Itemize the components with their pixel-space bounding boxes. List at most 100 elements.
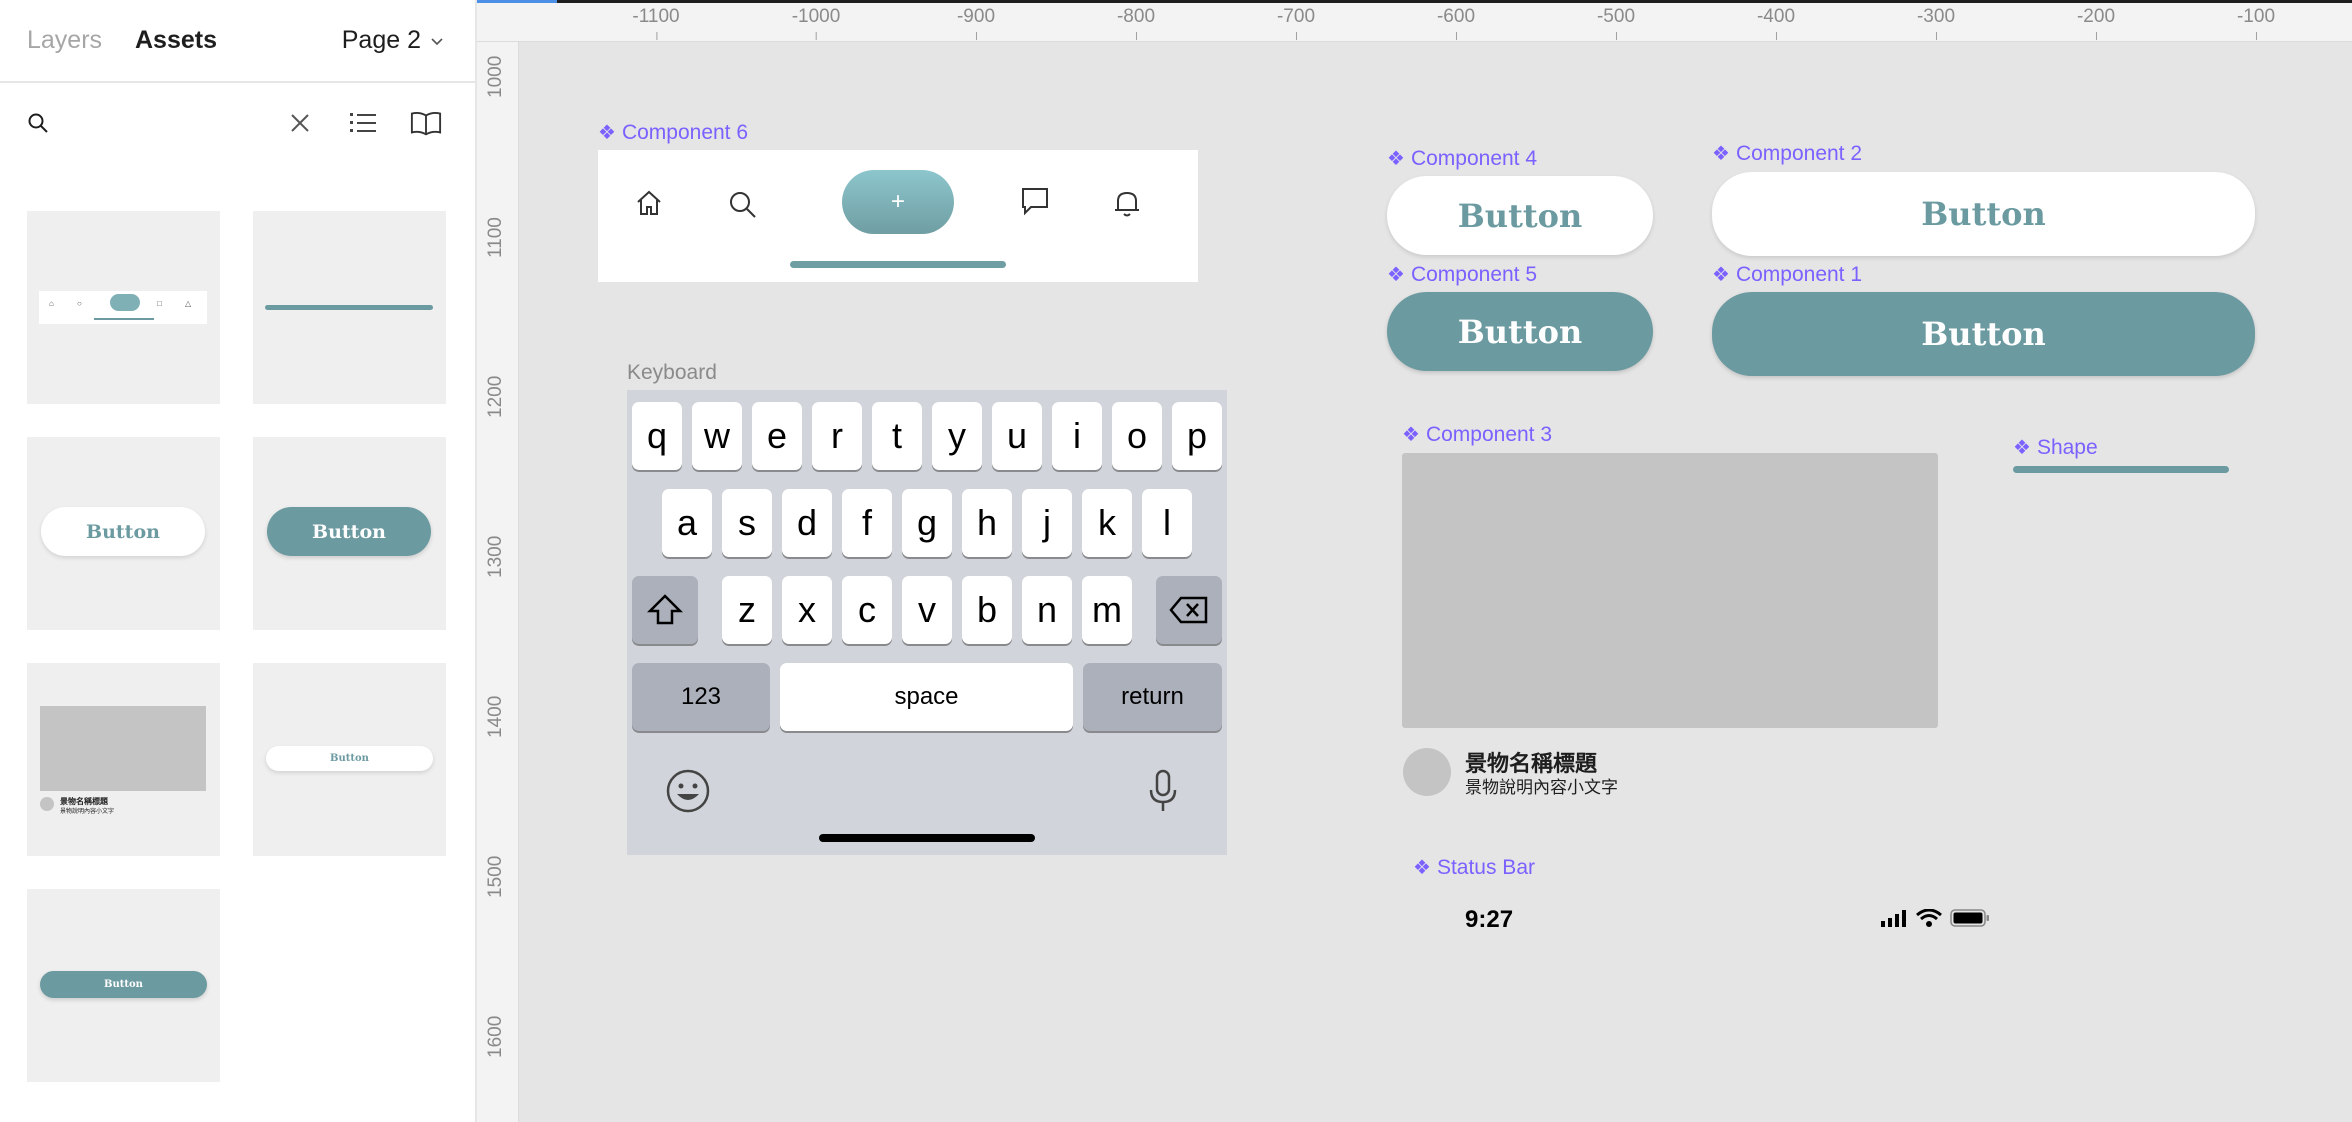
key-x[interactable]: x (782, 576, 832, 644)
component-5-label[interactable]: ❖ Component 5 (1387, 262, 1537, 287)
button-wide-outline-preview: Button (266, 746, 433, 771)
key-p[interactable]: p (1172, 402, 1222, 470)
status-icons (1880, 909, 1990, 927)
component-6-label[interactable]: ❖ Component 6 (598, 120, 748, 145)
asset-thumbnail-button-wide-outline[interactable]: Button (253, 663, 446, 856)
backspace-icon (1169, 596, 1208, 624)
card-image-preview (40, 706, 206, 791)
ruler-tick-x: -800 (1116, 6, 1156, 40)
avatar-preview (40, 797, 54, 811)
asset-thumbnail-button-filled[interactable]: Button (253, 437, 446, 630)
search-input[interactable] (60, 103, 260, 143)
key-r[interactable]: r (812, 402, 862, 470)
shape-label[interactable]: ❖ Shape (2013, 435, 2098, 460)
bell-icon: △ (185, 299, 192, 308)
key-a[interactable]: a (662, 489, 712, 557)
key-o[interactable]: o (1112, 402, 1162, 470)
space-key[interactable]: space (780, 663, 1073, 731)
asset-thumbnail-shape[interactable] (253, 211, 446, 404)
component-3-name: Component 3 (1425, 423, 1553, 446)
key-f[interactable]: f (842, 489, 892, 557)
ruler-tick-y: 1200 (485, 375, 506, 418)
key-e[interactable]: e (752, 402, 802, 470)
key-m[interactable]: m (1082, 576, 1132, 644)
search-icon[interactable] (22, 107, 54, 139)
close-icon[interactable] (284, 107, 316, 139)
component-2-button[interactable]: Button (1712, 172, 2255, 256)
search-icon[interactable] (728, 190, 758, 220)
card-image[interactable] (1402, 453, 1938, 728)
list-view-icon[interactable] (347, 107, 379, 139)
key-u[interactable]: u (992, 402, 1042, 470)
delete-key[interactable] (1156, 576, 1222, 644)
component-2-label[interactable]: ❖ Component 2 (1712, 141, 1862, 166)
status-bar-name: Status Bar (1436, 856, 1535, 879)
key-d[interactable]: d (782, 489, 832, 557)
button-wide-filled-preview: Button (40, 971, 207, 998)
key-v[interactable]: v (902, 576, 952, 644)
asset-thumbnail-nav-bar[interactable]: ⌂ ○ □ △ (27, 211, 220, 404)
plus-preview (110, 294, 140, 311)
key-y[interactable]: y (932, 402, 982, 470)
keyboard-frame-label[interactable]: Keyboard (627, 361, 717, 385)
component-1-name: Component 1 (1735, 263, 1863, 286)
key-s[interactable]: s (722, 489, 772, 557)
home-icon[interactable] (634, 188, 664, 218)
component-1-label[interactable]: ❖ Component 1 (1712, 262, 1862, 287)
key-n[interactable]: n (1022, 576, 1072, 644)
ruler-horizontal: -1100 -1000 -900 -800 -700 -600 -500 -40… (477, 0, 2352, 42)
component-4-label[interactable]: ❖ Component 4 (1387, 146, 1537, 171)
button-filled-preview: Button (267, 507, 431, 556)
key-z[interactable]: z (722, 576, 772, 644)
key-c[interactable]: c (842, 576, 892, 644)
numbers-key[interactable]: 123 (632, 663, 770, 731)
keyboard: q w e r t y u i o p a s d f g h j k l z … (627, 390, 1227, 855)
key-g[interactable]: g (902, 489, 952, 557)
component-4-button[interactable]: Button (1387, 176, 1653, 255)
chat-icon[interactable] (1020, 186, 1050, 216)
tab-layers[interactable]: Layers (27, 26, 102, 55)
add-button[interactable]: + (842, 170, 954, 234)
key-i[interactable]: i (1052, 402, 1102, 470)
status-bar-label[interactable]: ❖ Status Bar (1413, 855, 1535, 880)
key-k[interactable]: k (1082, 489, 1132, 557)
bell-icon[interactable] (1112, 188, 1142, 218)
shape-line[interactable] (2013, 466, 2229, 473)
component-icon: ❖ (1387, 148, 1405, 170)
component-5-button[interactable]: Button (1387, 292, 1653, 371)
key-l[interactable]: l (1142, 489, 1192, 557)
chat-icon: □ (157, 299, 162, 308)
key-q[interactable]: q (632, 402, 682, 470)
key-t[interactable]: t (872, 402, 922, 470)
key-w[interactable]: w (692, 402, 742, 470)
key-b[interactable]: b (962, 576, 1012, 644)
shift-icon (647, 594, 683, 625)
battery-icon (1950, 909, 1989, 927)
component-6-nav-bar[interactable]: + (598, 150, 1198, 282)
library-book-icon[interactable] (410, 107, 442, 139)
status-time: 9:27 (1465, 906, 1514, 933)
emoji-icon[interactable] (665, 768, 711, 814)
ruler-tick-x: -500 (1596, 6, 1636, 40)
panel-tabs: Layers Assets Page 2 (0, 0, 477, 83)
component-icon: ❖ (1712, 264, 1730, 286)
tab-assets[interactable]: Assets (135, 26, 217, 55)
key-h[interactable]: h (962, 489, 1012, 557)
key-j[interactable]: j (1022, 489, 1072, 557)
component-1-button[interactable]: Button (1712, 292, 2255, 376)
component-3-label[interactable]: ❖ Component 3 (1402, 422, 1552, 447)
ruler-tick-y: 1400 (485, 695, 506, 738)
page-selector[interactable]: Page 2 (342, 26, 445, 55)
asset-thumbnail-card[interactable]: 景物名稱標題 景物說明內容小文字 (27, 663, 220, 856)
button-outline-preview: Button (41, 507, 205, 556)
return-key[interactable]: return (1083, 663, 1222, 731)
asset-thumbnail-button-outline[interactable]: Button (27, 437, 220, 630)
asset-thumbnail-button-wide-filled[interactable]: Button (27, 889, 220, 1082)
shift-key[interactable] (632, 576, 698, 644)
avatar (1403, 748, 1451, 796)
nav-bar-preview: ⌂ ○ □ △ (39, 291, 207, 324)
ruler-tick-x: -100 (2236, 6, 2276, 40)
ruler-tick-y: 1100 (485, 217, 506, 258)
assets-panel: Layers Assets Page 2 ⌂ ○ □ △ Button Butt… (0, 0, 477, 1122)
microphone-icon[interactable] (1146, 768, 1180, 814)
